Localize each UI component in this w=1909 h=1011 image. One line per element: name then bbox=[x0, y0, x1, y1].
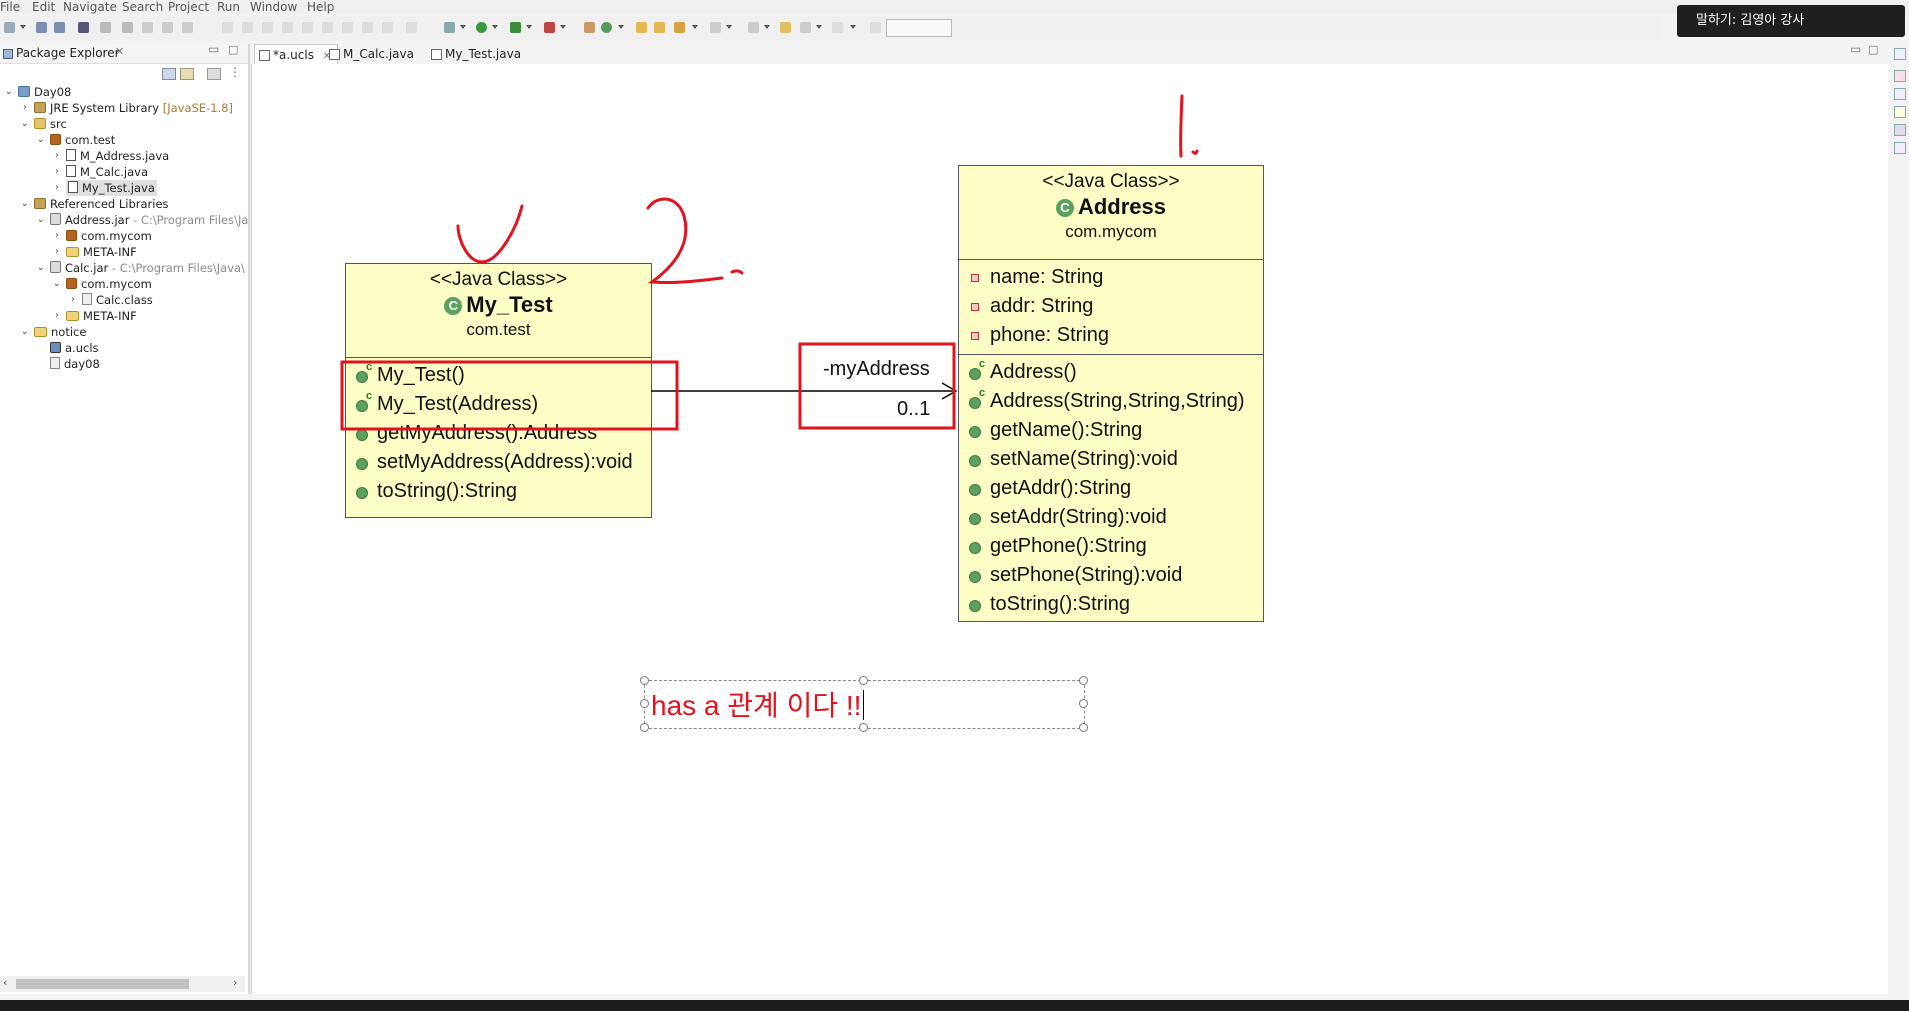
number-two-dot-stroke bbox=[730, 269, 744, 275]
checkmark-stroke bbox=[456, 204, 524, 264]
diagram-overlay bbox=[340, 94, 1199, 431]
number-one-stroke bbox=[1179, 94, 1184, 158]
number-one-dot-stroke bbox=[1191, 149, 1199, 155]
pen-annotations bbox=[340, 94, 1199, 431]
number-two-stroke bbox=[646, 197, 724, 285]
os-taskbar bbox=[0, 1000, 1909, 1011]
highlight-constructors-box bbox=[340, 360, 679, 431]
highlight-association-box bbox=[798, 342, 956, 430]
